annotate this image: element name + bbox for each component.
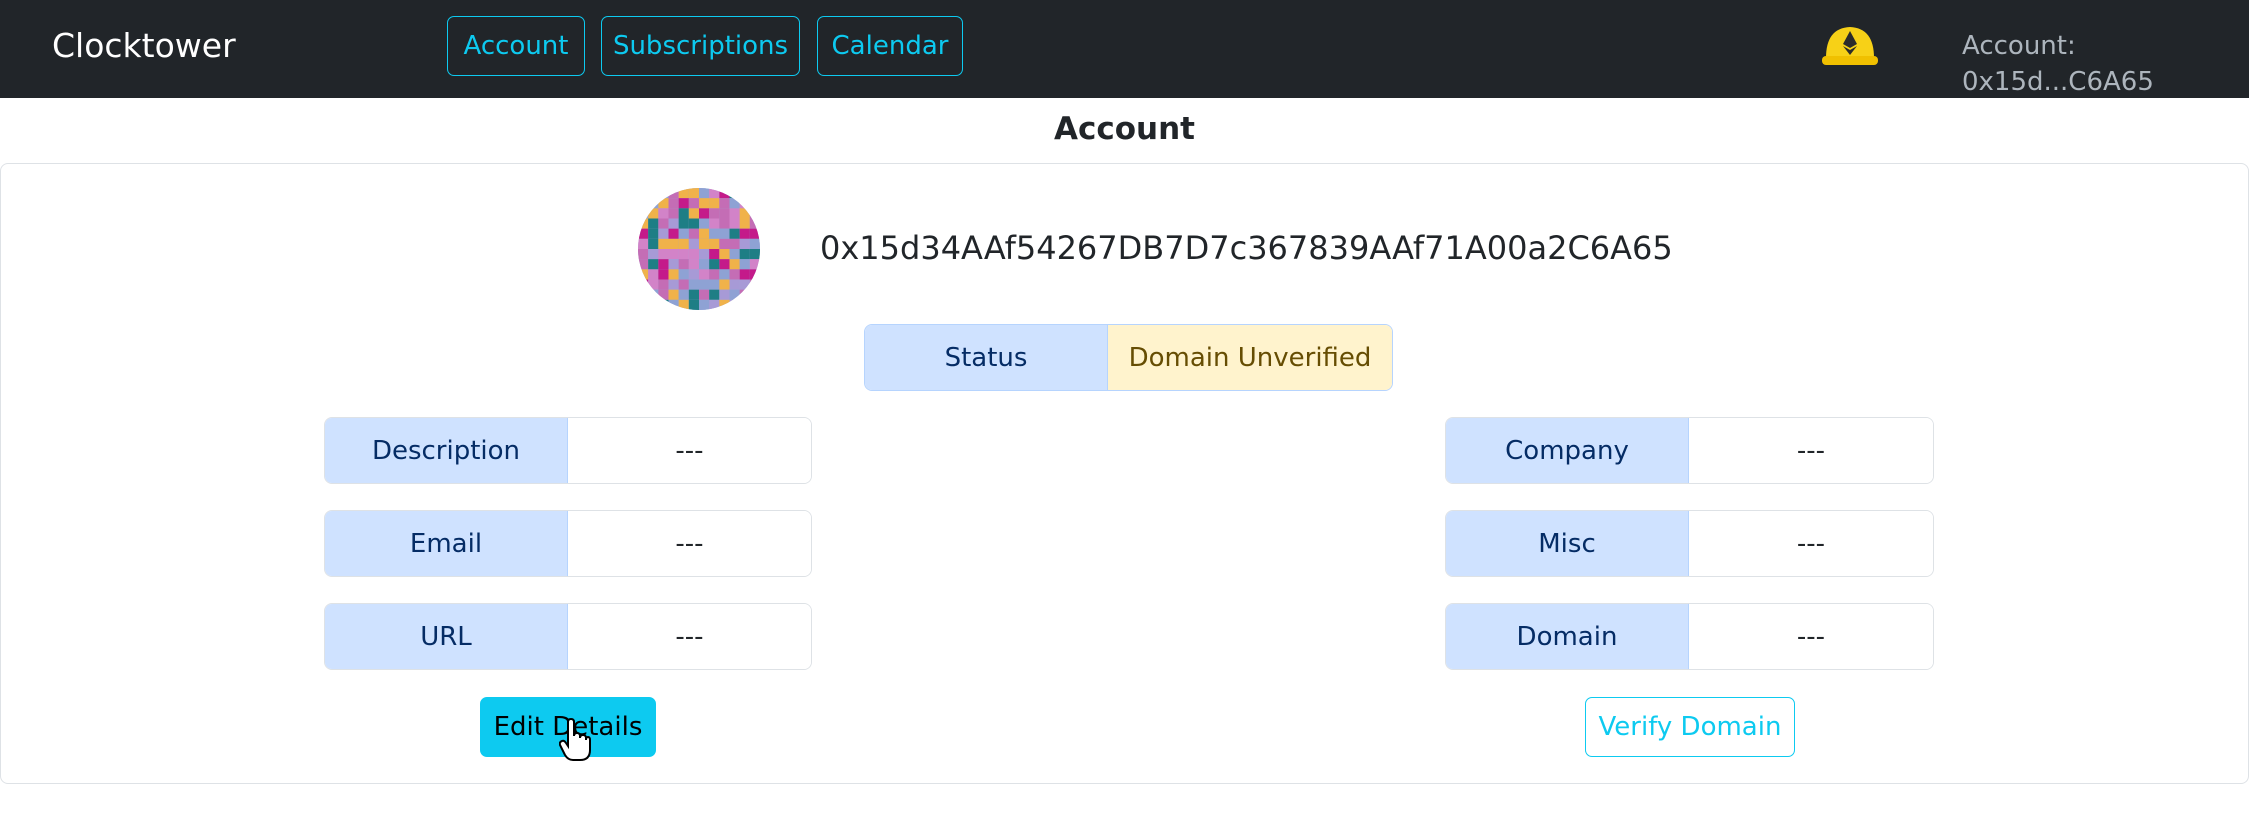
nav-calendar-button[interactable]: Calendar <box>817 16 963 76</box>
top-navbar: Clocktower Account Subscriptions Calenda… <box>0 0 2249 98</box>
company-value: --- <box>1689 418 1933 483</box>
url-label: URL <box>325 604 568 669</box>
brand-logo[interactable]: Clocktower <box>52 24 236 68</box>
misc-row: Misc --- <box>1445 510 1934 577</box>
wallet-address: 0x15d34AAf54267DB7D7c367839AAf71A00a2C6A… <box>820 229 1673 267</box>
domain-value: --- <box>1689 604 1933 669</box>
email-value: --- <box>568 511 811 576</box>
status-label: Status <box>865 325 1108 390</box>
url-value: --- <box>568 604 811 669</box>
domain-label: Domain <box>1446 604 1689 669</box>
identicon-avatar <box>638 188 760 310</box>
description-label: Description <box>325 418 568 483</box>
nav-subscriptions-button[interactable]: Subscriptions <box>601 16 800 76</box>
misc-label: Misc <box>1446 511 1689 576</box>
ethereum-helmet-icon[interactable] <box>1820 22 1880 70</box>
status-row: Status Domain Unverified <box>864 324 1393 391</box>
domain-row: Domain --- <box>1445 603 1934 670</box>
description-value: --- <box>568 418 811 483</box>
connected-account-label[interactable]: Account: 0x15d...C6A65 <box>1962 28 2249 100</box>
url-row: URL --- <box>324 603 812 670</box>
verify-domain-button[interactable]: Verify Domain <box>1585 697 1795 757</box>
hand-cursor-icon <box>559 718 591 761</box>
email-label: Email <box>325 511 568 576</box>
nav-account-button[interactable]: Account <box>447 16 585 76</box>
status-badge: Domain Unverified <box>1108 325 1392 390</box>
page-title: Account <box>1054 111 1195 147</box>
email-row: Email --- <box>324 510 812 577</box>
description-row: Description --- <box>324 417 812 484</box>
company-row: Company --- <box>1445 417 1934 484</box>
misc-value: --- <box>1689 511 1933 576</box>
company-label: Company <box>1446 418 1689 483</box>
